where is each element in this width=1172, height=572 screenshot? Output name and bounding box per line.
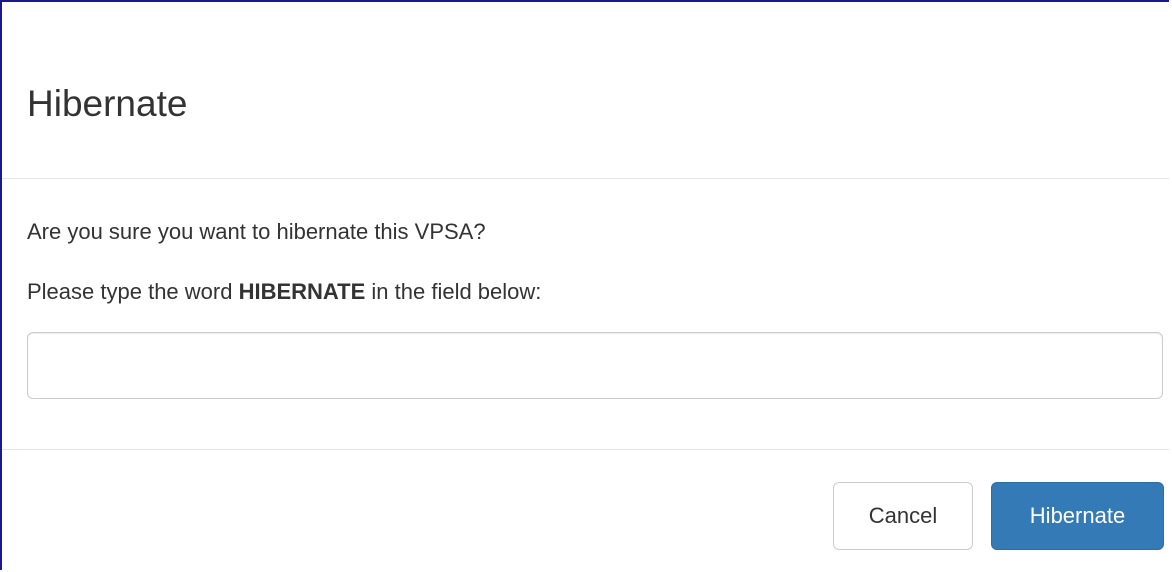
dialog-body: Are you sure you want to hibernate this …: [2, 179, 1169, 450]
confirmation-question: Are you sure you want to hibernate this …: [27, 219, 486, 244]
dialog-header: Hibernate: [2, 2, 1169, 179]
instruction-prefix: Please type the word: [27, 279, 239, 304]
confirmation-word-input[interactable]: [27, 332, 1163, 399]
cancel-button[interactable]: Cancel: [833, 482, 973, 550]
hibernate-button[interactable]: Hibernate: [991, 482, 1164, 550]
hibernate-dialog: Hibernate Are you sure you want to hiber…: [0, 0, 1169, 570]
confirmation-instruction: Please type the word HIBERNATE in the fi…: [27, 277, 541, 307]
instruction-keyword: HIBERNATE: [238, 279, 366, 304]
dialog-title: Hibernate: [27, 83, 188, 124]
instruction-suffix: in the field below:: [365, 279, 542, 304]
